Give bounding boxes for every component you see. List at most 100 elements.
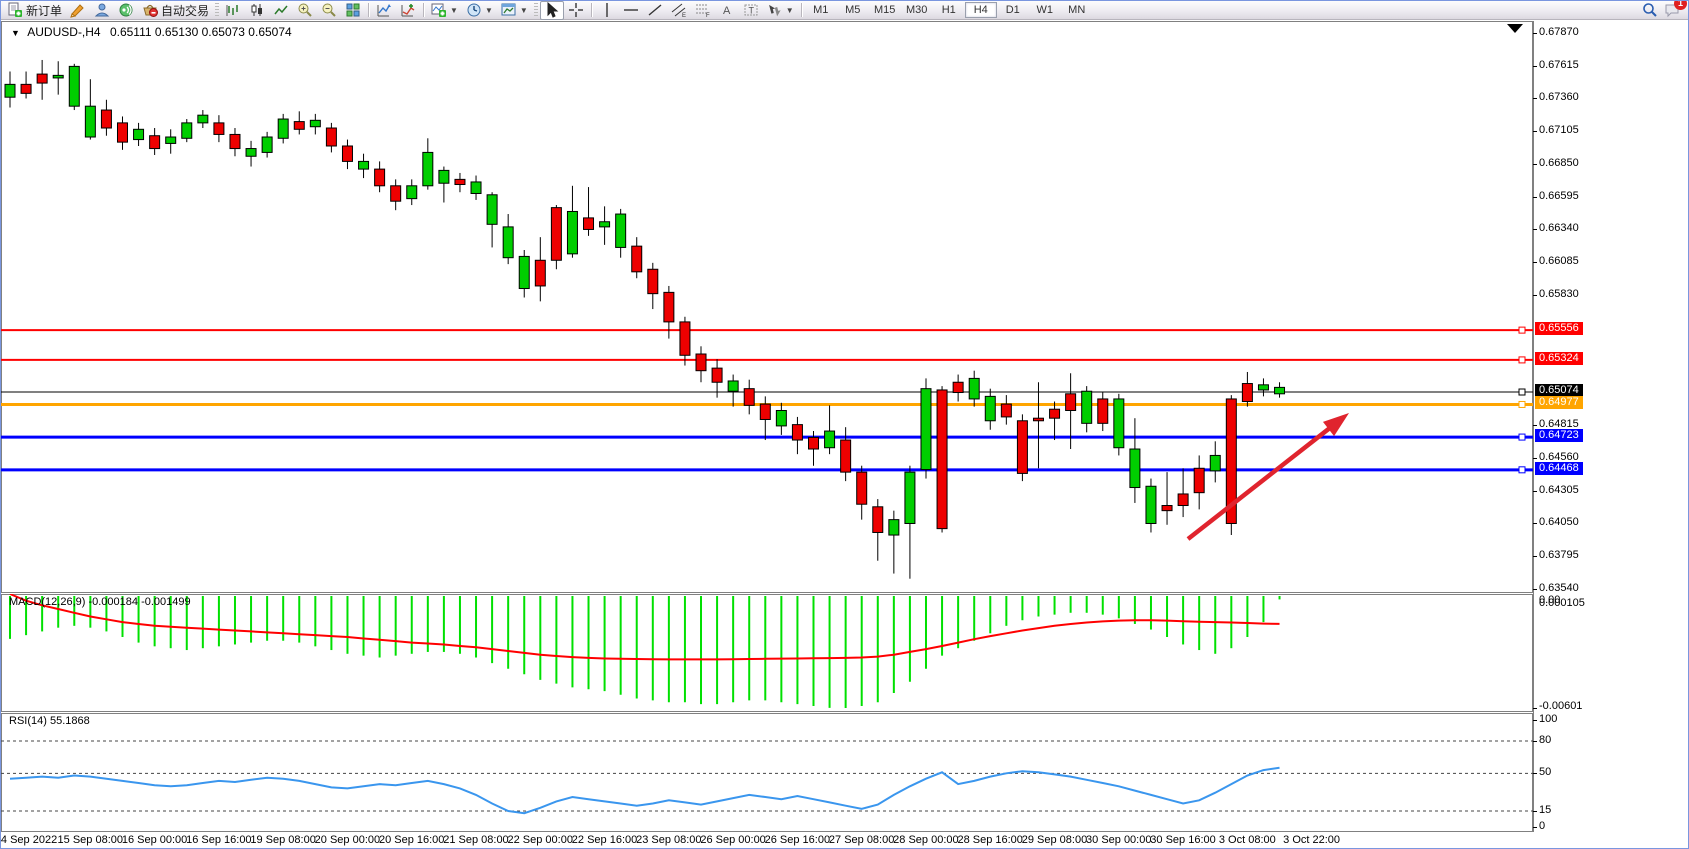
zoom-out-button[interactable]: [317, 1, 341, 20]
ohlc-values: 0.65111 0.65130 0.65073 0.65074: [110, 25, 292, 39]
text-label-tool-button[interactable]: T: [739, 1, 763, 20]
timeframe-m30[interactable]: M30: [901, 2, 933, 18]
line-endpoint-marker: [1519, 357, 1525, 363]
cursor-tool-button[interactable]: [540, 1, 564, 20]
period-button[interactable]: ▼: [462, 1, 497, 20]
price-line-badge: 0.65324: [1535, 352, 1583, 365]
timeframe-h1[interactable]: H1: [933, 2, 965, 18]
candle: [792, 425, 802, 440]
vertical-line-tool-button[interactable]: [595, 1, 619, 20]
trendline-tool-button[interactable]: [643, 1, 667, 20]
candlestick-chart-button[interactable]: [245, 1, 269, 20]
trading-terminal-window: 新订单 自动交易: [0, 0, 1689, 849]
line-chart-button[interactable]: [269, 1, 293, 20]
candle: [1114, 399, 1124, 448]
axis-tick-mark: [1533, 589, 1537, 590]
price-tick-label: 0.66850: [1539, 157, 1579, 169]
chart-shift-marker[interactable]: [1507, 24, 1523, 33]
date-tick-label: 22 Sep 16:00: [572, 834, 637, 846]
timeframe-mn[interactable]: MN: [1061, 2, 1093, 18]
candle: [712, 368, 722, 382]
trendline-icon: [647, 2, 663, 18]
timeframe-m1[interactable]: M1: [805, 2, 837, 18]
candle: [1275, 387, 1285, 393]
candle: [278, 119, 288, 138]
axis-tick-mark: [1533, 262, 1537, 263]
candle: [535, 260, 545, 286]
candle: [567, 211, 577, 253]
axis-tick-mark: [1533, 811, 1537, 812]
channel-tool-button[interactable]: E: [667, 1, 691, 20]
candle: [391, 186, 401, 201]
candle: [905, 472, 915, 523]
candle: [326, 128, 336, 146]
horizontal-line-tool-button[interactable]: [619, 1, 643, 20]
candle: [1242, 384, 1252, 402]
date-tick-label: 14 Sep 2022: [0, 834, 57, 846]
notifications-button[interactable]: 1: [1664, 2, 1680, 18]
arrow-shapes-icon: [767, 2, 783, 18]
price-line-badge: 0.64977: [1535, 396, 1583, 409]
axis-tick-mark: [1533, 720, 1537, 721]
candle: [423, 152, 433, 185]
symbol-dropdown-icon[interactable]: ▼: [11, 28, 20, 38]
date-tick-label: 27 Sep 08:00: [829, 834, 894, 846]
candle: [503, 227, 513, 258]
candle: [230, 134, 240, 148]
candle: [1258, 385, 1268, 390]
candle: [857, 472, 867, 504]
crosshair-tool-button[interactable]: [564, 1, 588, 20]
axis-tick-mark: [1533, 33, 1537, 34]
candle: [101, 110, 111, 128]
candle: [69, 66, 79, 106]
new-order-button[interactable]: 新订单: [3, 1, 66, 20]
candle: [1066, 394, 1076, 411]
fibonacci-tool-button[interactable]: F: [691, 1, 715, 20]
template-button[interactable]: ▼: [497, 1, 532, 20]
price-tick-label: 0.67360: [1539, 91, 1579, 103]
indicators-button[interactable]: [372, 1, 396, 20]
candlestick-chart-icon: [249, 2, 265, 18]
indicator-list-button[interactable]: [396, 1, 420, 20]
main-chart-canvas[interactable]: [1, 21, 1533, 593]
horizontal-line-icon: [623, 2, 639, 18]
candle: [310, 120, 320, 126]
timeframe-d1[interactable]: D1: [997, 2, 1029, 18]
vertical-line-icon: [599, 2, 615, 18]
timeframe-h4[interactable]: H4: [965, 2, 997, 18]
search-icon[interactable]: [1642, 2, 1658, 18]
add-chart-button[interactable]: ▼: [427, 1, 462, 20]
metaeditor-button[interactable]: [66, 1, 90, 20]
profile-button[interactable]: [90, 1, 114, 20]
axis-tick-mark: [1533, 827, 1537, 828]
candle: [471, 182, 481, 194]
template-icon: [501, 2, 517, 18]
auto-trading-button[interactable]: 自动交易: [138, 1, 213, 20]
price-tick-label: 0.67105: [1539, 124, 1579, 136]
equidistant-channel-icon: E: [671, 2, 687, 18]
toolbar-separator: [423, 3, 424, 17]
timeframe-w1[interactable]: W1: [1029, 2, 1061, 18]
line-endpoint-marker: [1519, 467, 1525, 473]
macd-canvas[interactable]: [1, 594, 1533, 712]
candle: [1050, 409, 1060, 418]
toolbar-separator: [591, 3, 592, 17]
candle: [648, 269, 658, 293]
tile-windows-button[interactable]: [341, 1, 365, 20]
candle: [182, 123, 192, 138]
add-chart-icon: [431, 2, 447, 18]
price-tick-label: 0.64305: [1539, 484, 1579, 496]
text-tool-button[interactable]: A: [715, 1, 739, 20]
bar-chart-button[interactable]: [221, 1, 245, 20]
toolbar-right-group: 1: [1642, 2, 1688, 18]
timeframe-m5[interactable]: M5: [837, 2, 869, 18]
arrows-tool-button[interactable]: ▼: [763, 1, 798, 20]
zoom-in-button[interactable]: [293, 1, 317, 20]
signals-button[interactable]: [114, 1, 138, 20]
rsi-canvas[interactable]: [1, 713, 1533, 832]
rsi-tick-label: 15: [1539, 804, 1551, 816]
candle: [1098, 399, 1108, 423]
text-label-icon: T: [743, 2, 759, 18]
timeframe-m15[interactable]: M15: [869, 2, 901, 18]
chevron-down-icon: ▼: [520, 6, 528, 15]
